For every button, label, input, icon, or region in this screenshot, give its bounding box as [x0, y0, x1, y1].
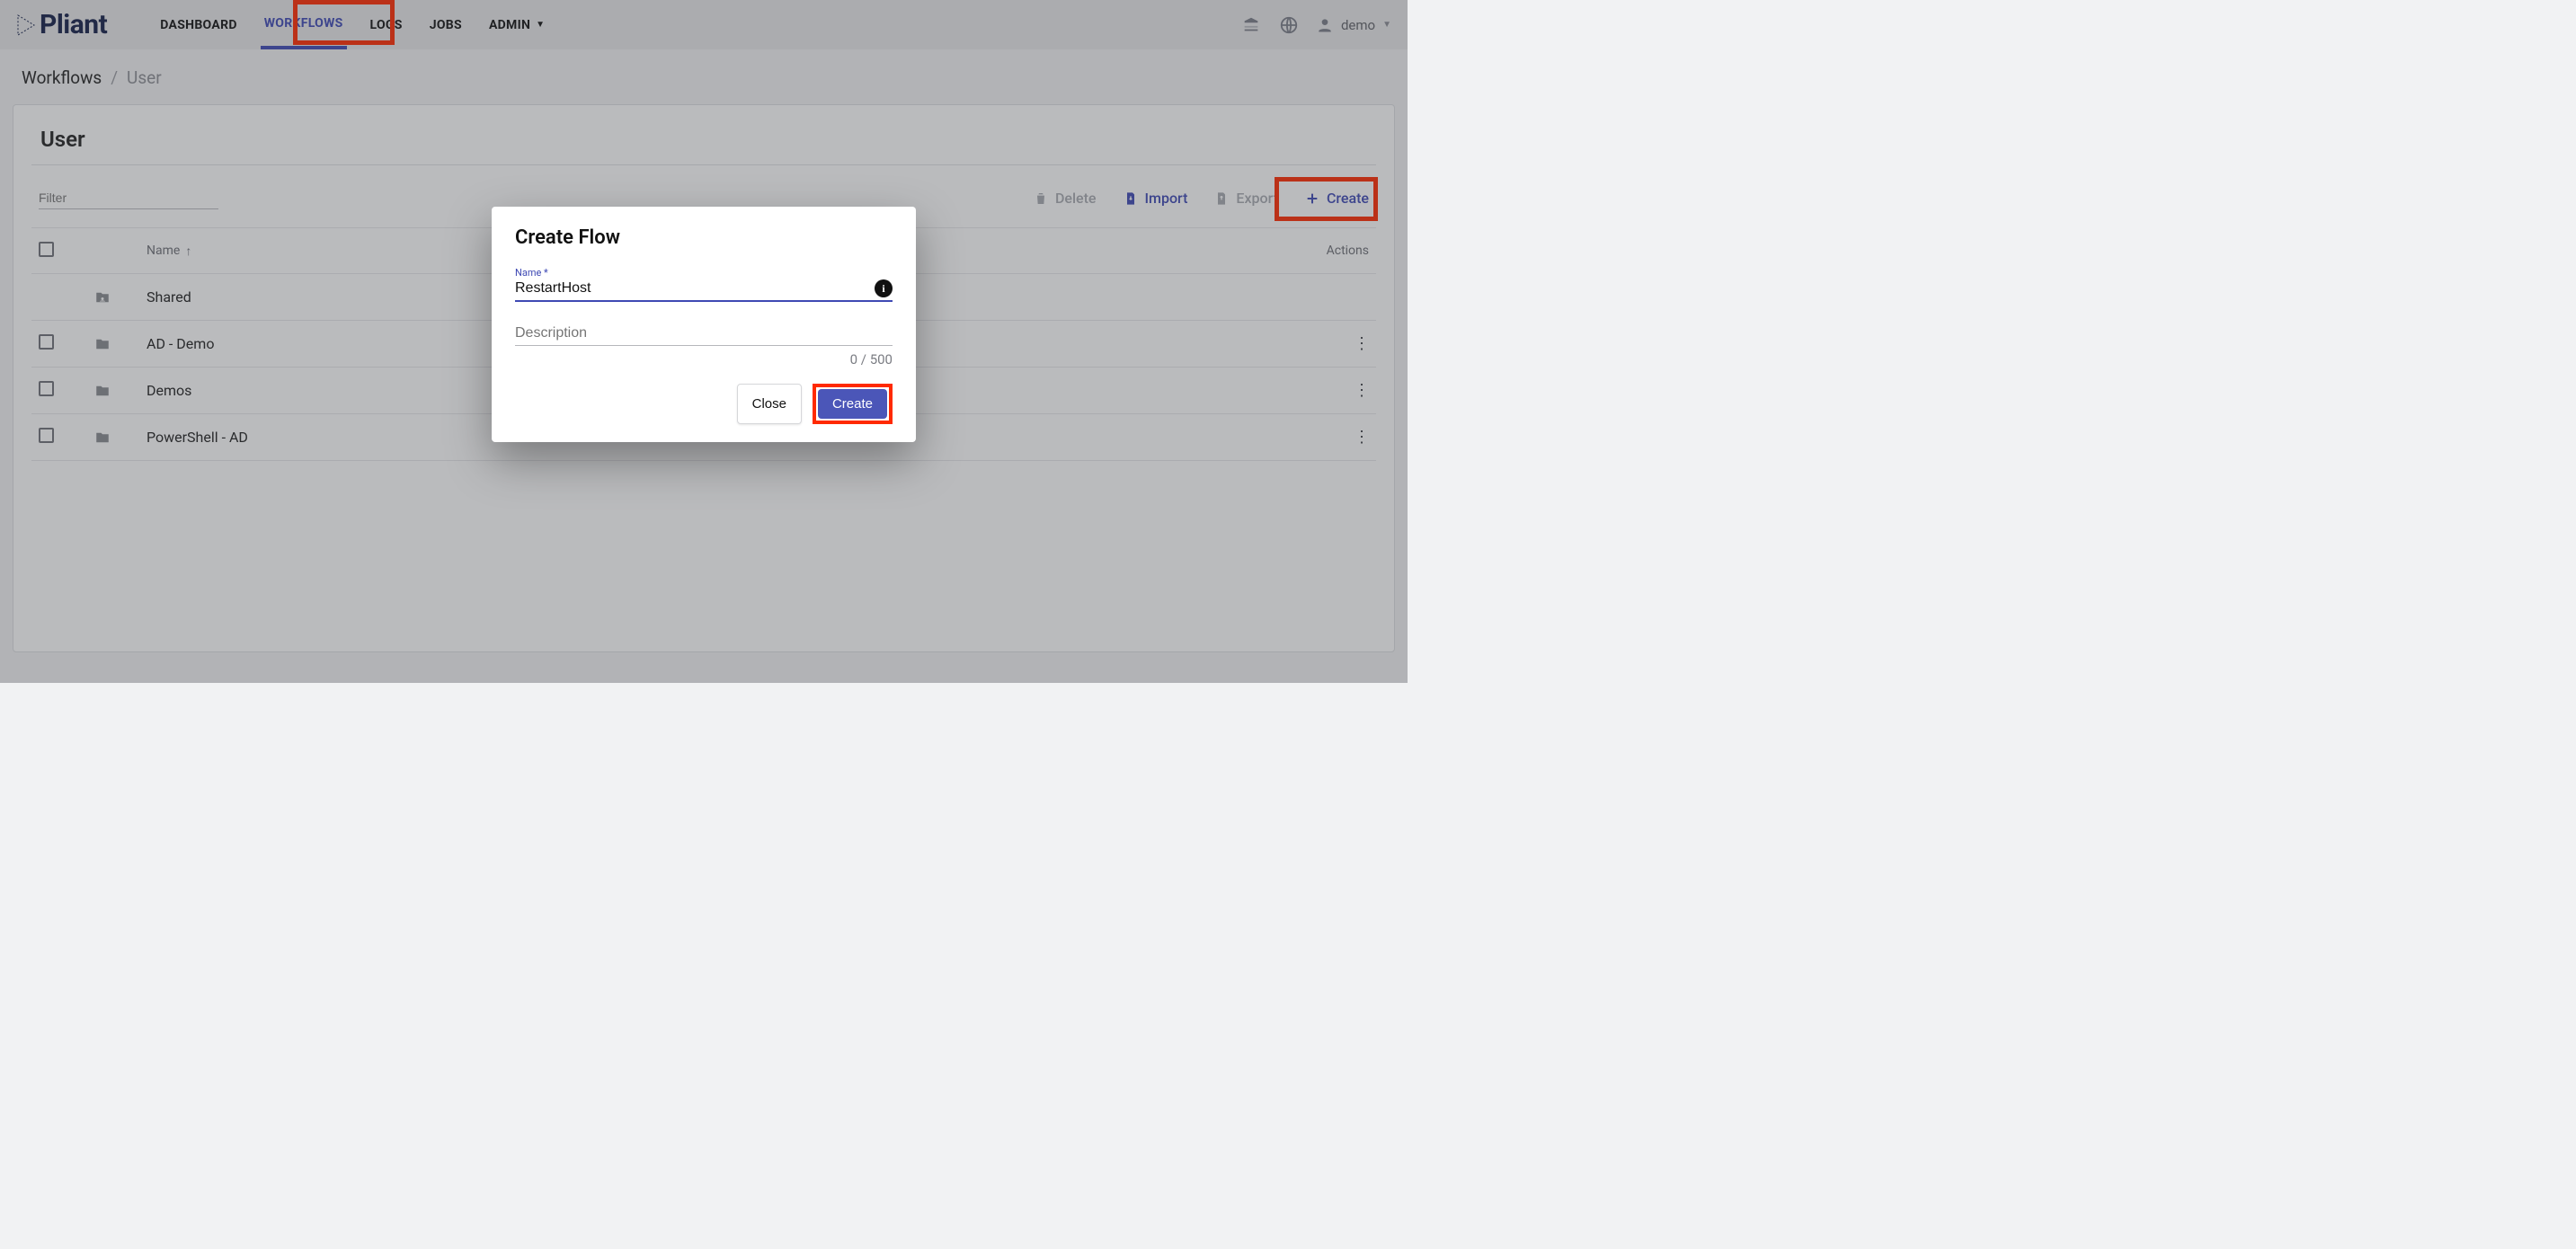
name-label: Name [515, 267, 541, 279]
char-count: 0 / 500 [515, 351, 893, 368]
modal-actions: Close Create [515, 384, 893, 424]
close-button[interactable]: Close [737, 384, 802, 424]
modal-overlay: Create Flow Name * i 0 / 500 Close Creat… [0, 0, 1408, 683]
required-indicator: * [544, 267, 548, 279]
modal-title: Create Flow [515, 226, 893, 249]
create-flow-modal: Create Flow Name * i 0 / 500 Close Creat… [492, 207, 916, 442]
name-field: Name * i [515, 267, 893, 302]
modal-create-button[interactable]: Create [818, 389, 887, 419]
annotation-highlight-modal-create: Create [813, 384, 893, 424]
name-input[interactable] [515, 279, 866, 298]
description-input[interactable] [515, 322, 893, 346]
description-field: 0 / 500 [515, 322, 893, 368]
info-icon[interactable]: i [875, 279, 893, 297]
